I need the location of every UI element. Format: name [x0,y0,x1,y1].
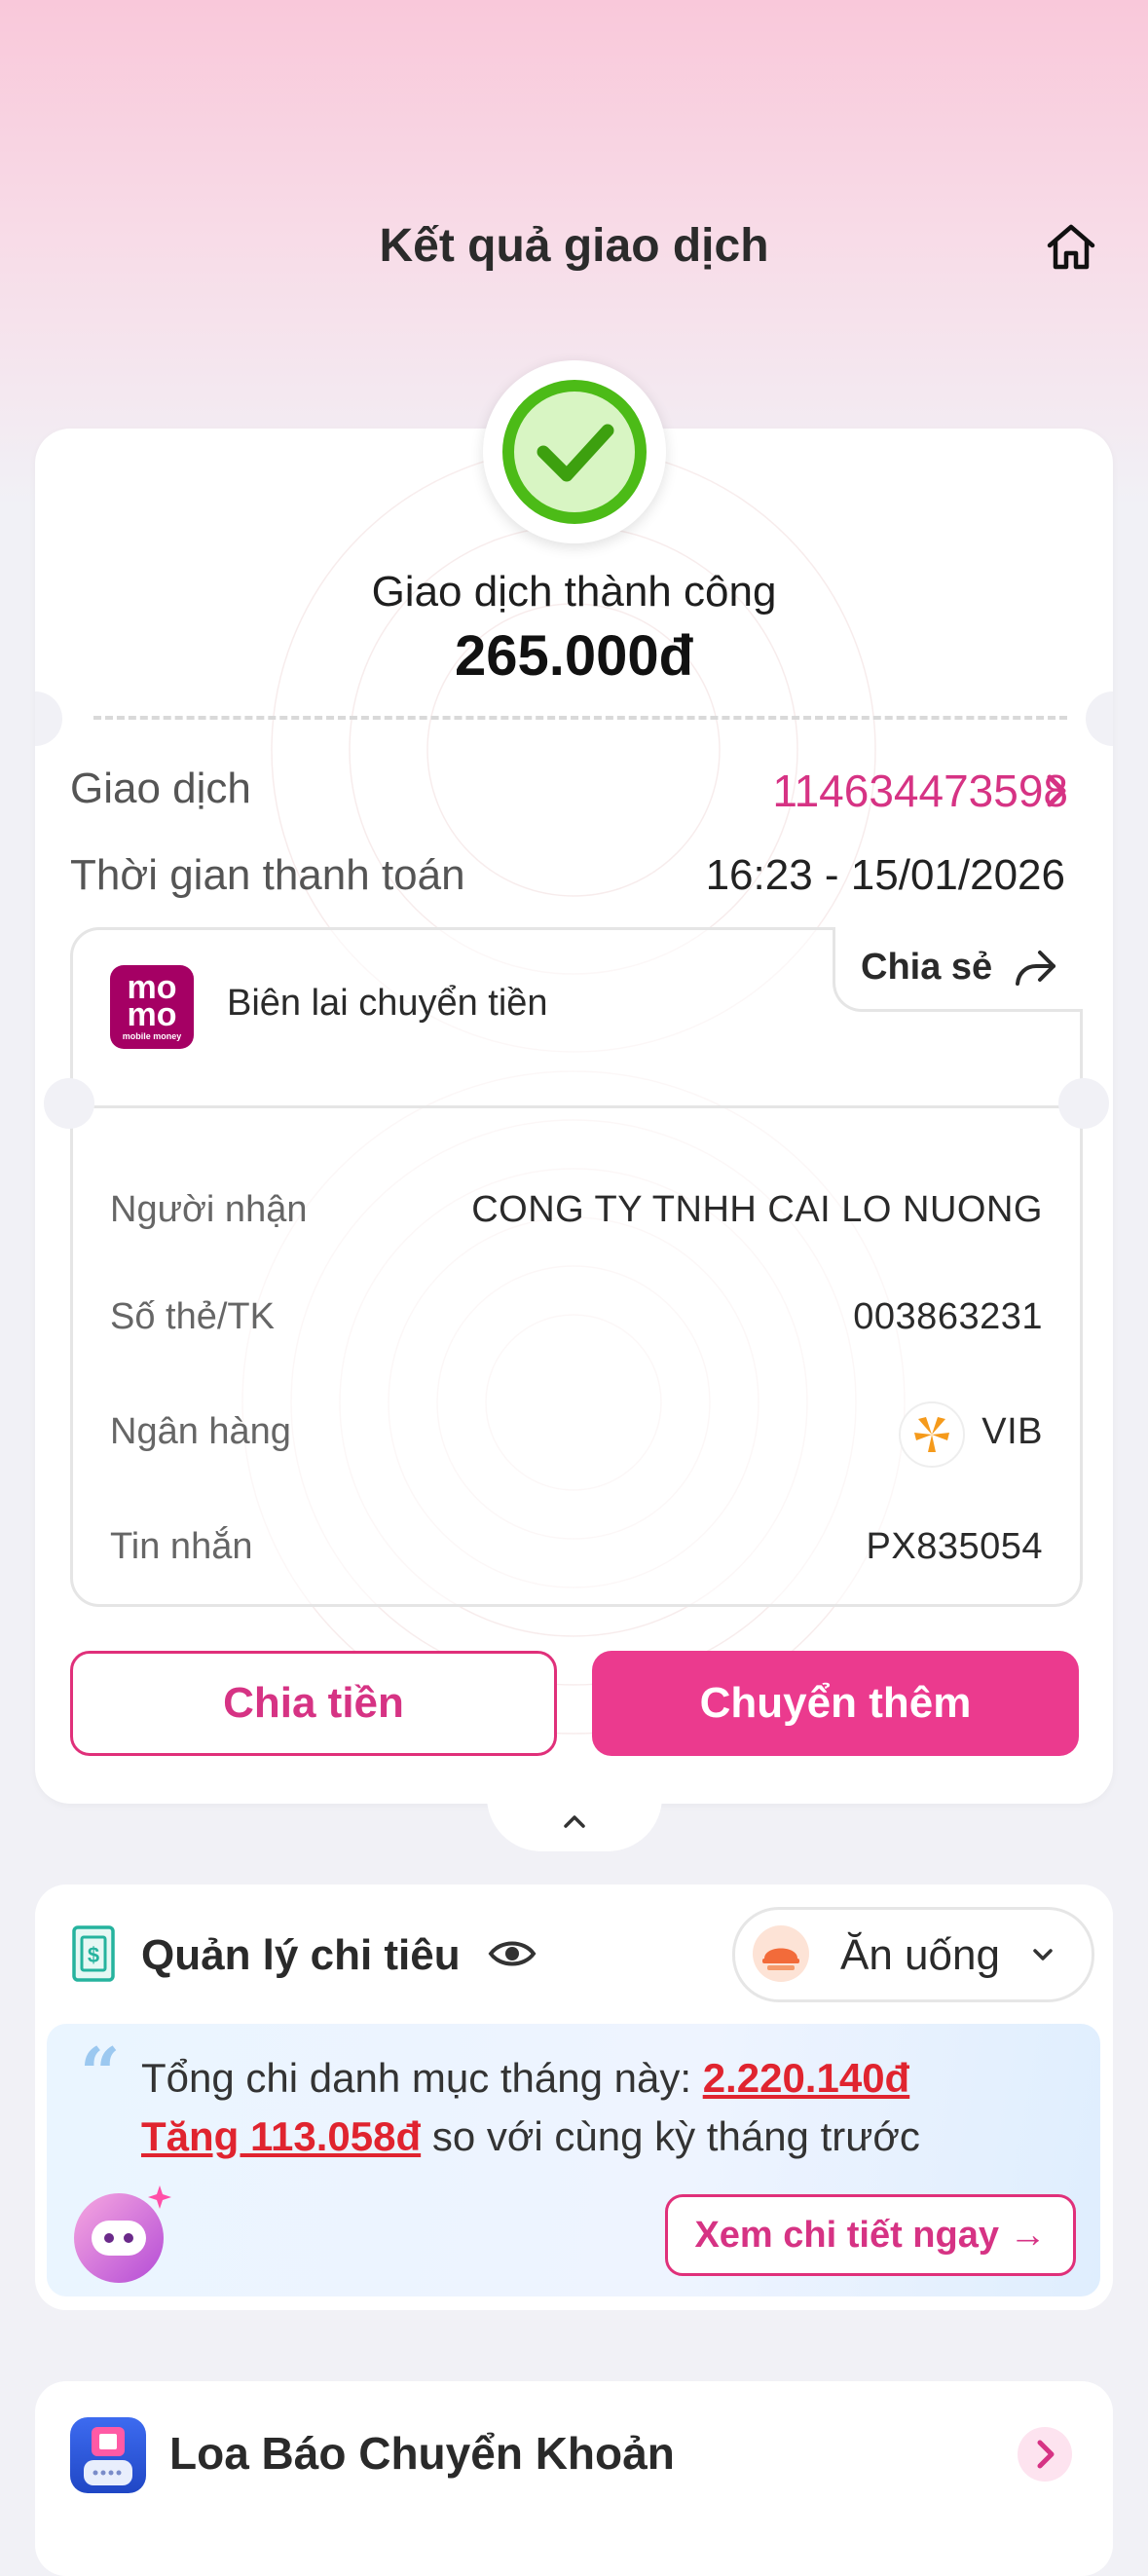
chevron-down-icon [1033,1949,1053,1960]
card-divider [93,716,1067,720]
status-text: Giao dịch thành công [371,568,777,616]
transfer-more-button[interactable]: Chuyển thêm [592,1651,1079,1756]
speaker-title: Loa Báo Chuyển Khoản [169,2428,675,2479]
spending-title: Quản lý chi tiêu [141,1931,461,1979]
message-label: Tin nhắn [110,1526,253,1567]
food-category-icon [753,1925,809,1982]
monthly-total-text: Tổng chi danh mục tháng này: 2.220.140đ [141,2055,910,2101]
message-value: PX835054 [866,1526,1043,1567]
receipt-divider [73,1105,1080,1108]
monthly-total-amount: 2.220.140đ [702,2055,910,2101]
share-label: Chia sẻ [861,947,993,988]
transaction-id-link[interactable]: 114634473598 [772,765,1068,817]
increase-text: Tăng 113.058đ so với cùng kỳ tháng trước [141,2113,920,2159]
payment-time-value: 16:23 - 15/01/2026 [705,851,1065,899]
share-arrow-icon [1016,951,1055,986]
recipient-label: Người nhận [110,1189,308,1230]
check-circle-icon [502,380,647,524]
receipt-title: Biên lai chuyển tiền [227,983,548,1024]
account-number-value: 003863231 [853,1296,1043,1337]
speaker-device-icon [70,2417,146,2493]
share-button[interactable]: Chia sẻ [833,927,1083,1012]
page-title: Kết quả giao dịch [379,220,769,272]
home-icon[interactable] [1044,220,1098,275]
transaction-id-label: Giao dịch [70,765,251,812]
quote-mark: “ [80,2032,121,2114]
recipient-value: CONG TY TNHH CAI LO NUONG [471,1189,1043,1230]
amount-text: 265.000đ [454,624,694,688]
category-label: Ăn uống [840,1931,1000,1979]
bank-value: VIB [981,1411,1043,1452]
chevron-up-icon [564,1815,585,1828]
collapse-tab[interactable] [487,1797,662,1851]
speaker-open-button[interactable] [1018,2427,1072,2482]
bank-label: Ngân hàng [110,1411,291,1452]
eye-icon[interactable] [487,1934,537,1973]
chevron-right-icon [1037,2440,1055,2469]
assistant-mascot-icon[interactable] [70,2182,177,2289]
split-money-button[interactable]: Chia tiền [70,1651,557,1756]
view-details-button[interactable]: Xem chi tiết ngay → [665,2194,1076,2276]
category-dropdown[interactable]: Ăn uống [732,1907,1094,2002]
receipt-notch-left [44,1078,94,1129]
wallet-icon: $ [72,1925,115,1982]
increase-amount: Tăng 113.058đ [141,2113,422,2159]
chevron-right-icon[interactable] [1042,771,1071,810]
account-number-label: Số thẻ/TK [110,1296,275,1337]
svg-text:$: $ [88,1943,99,1967]
success-badge [483,360,666,543]
receipt-notch-right [1058,1078,1109,1129]
receipt-panel: mo mo mobile money Biên lai chuyển tiền … [44,927,1109,1607]
momo-logo: mo mo mobile money [110,965,194,1049]
vib-bank-logo [899,1401,965,1468]
payment-time-label: Thời gian thanh toán [70,851,465,899]
